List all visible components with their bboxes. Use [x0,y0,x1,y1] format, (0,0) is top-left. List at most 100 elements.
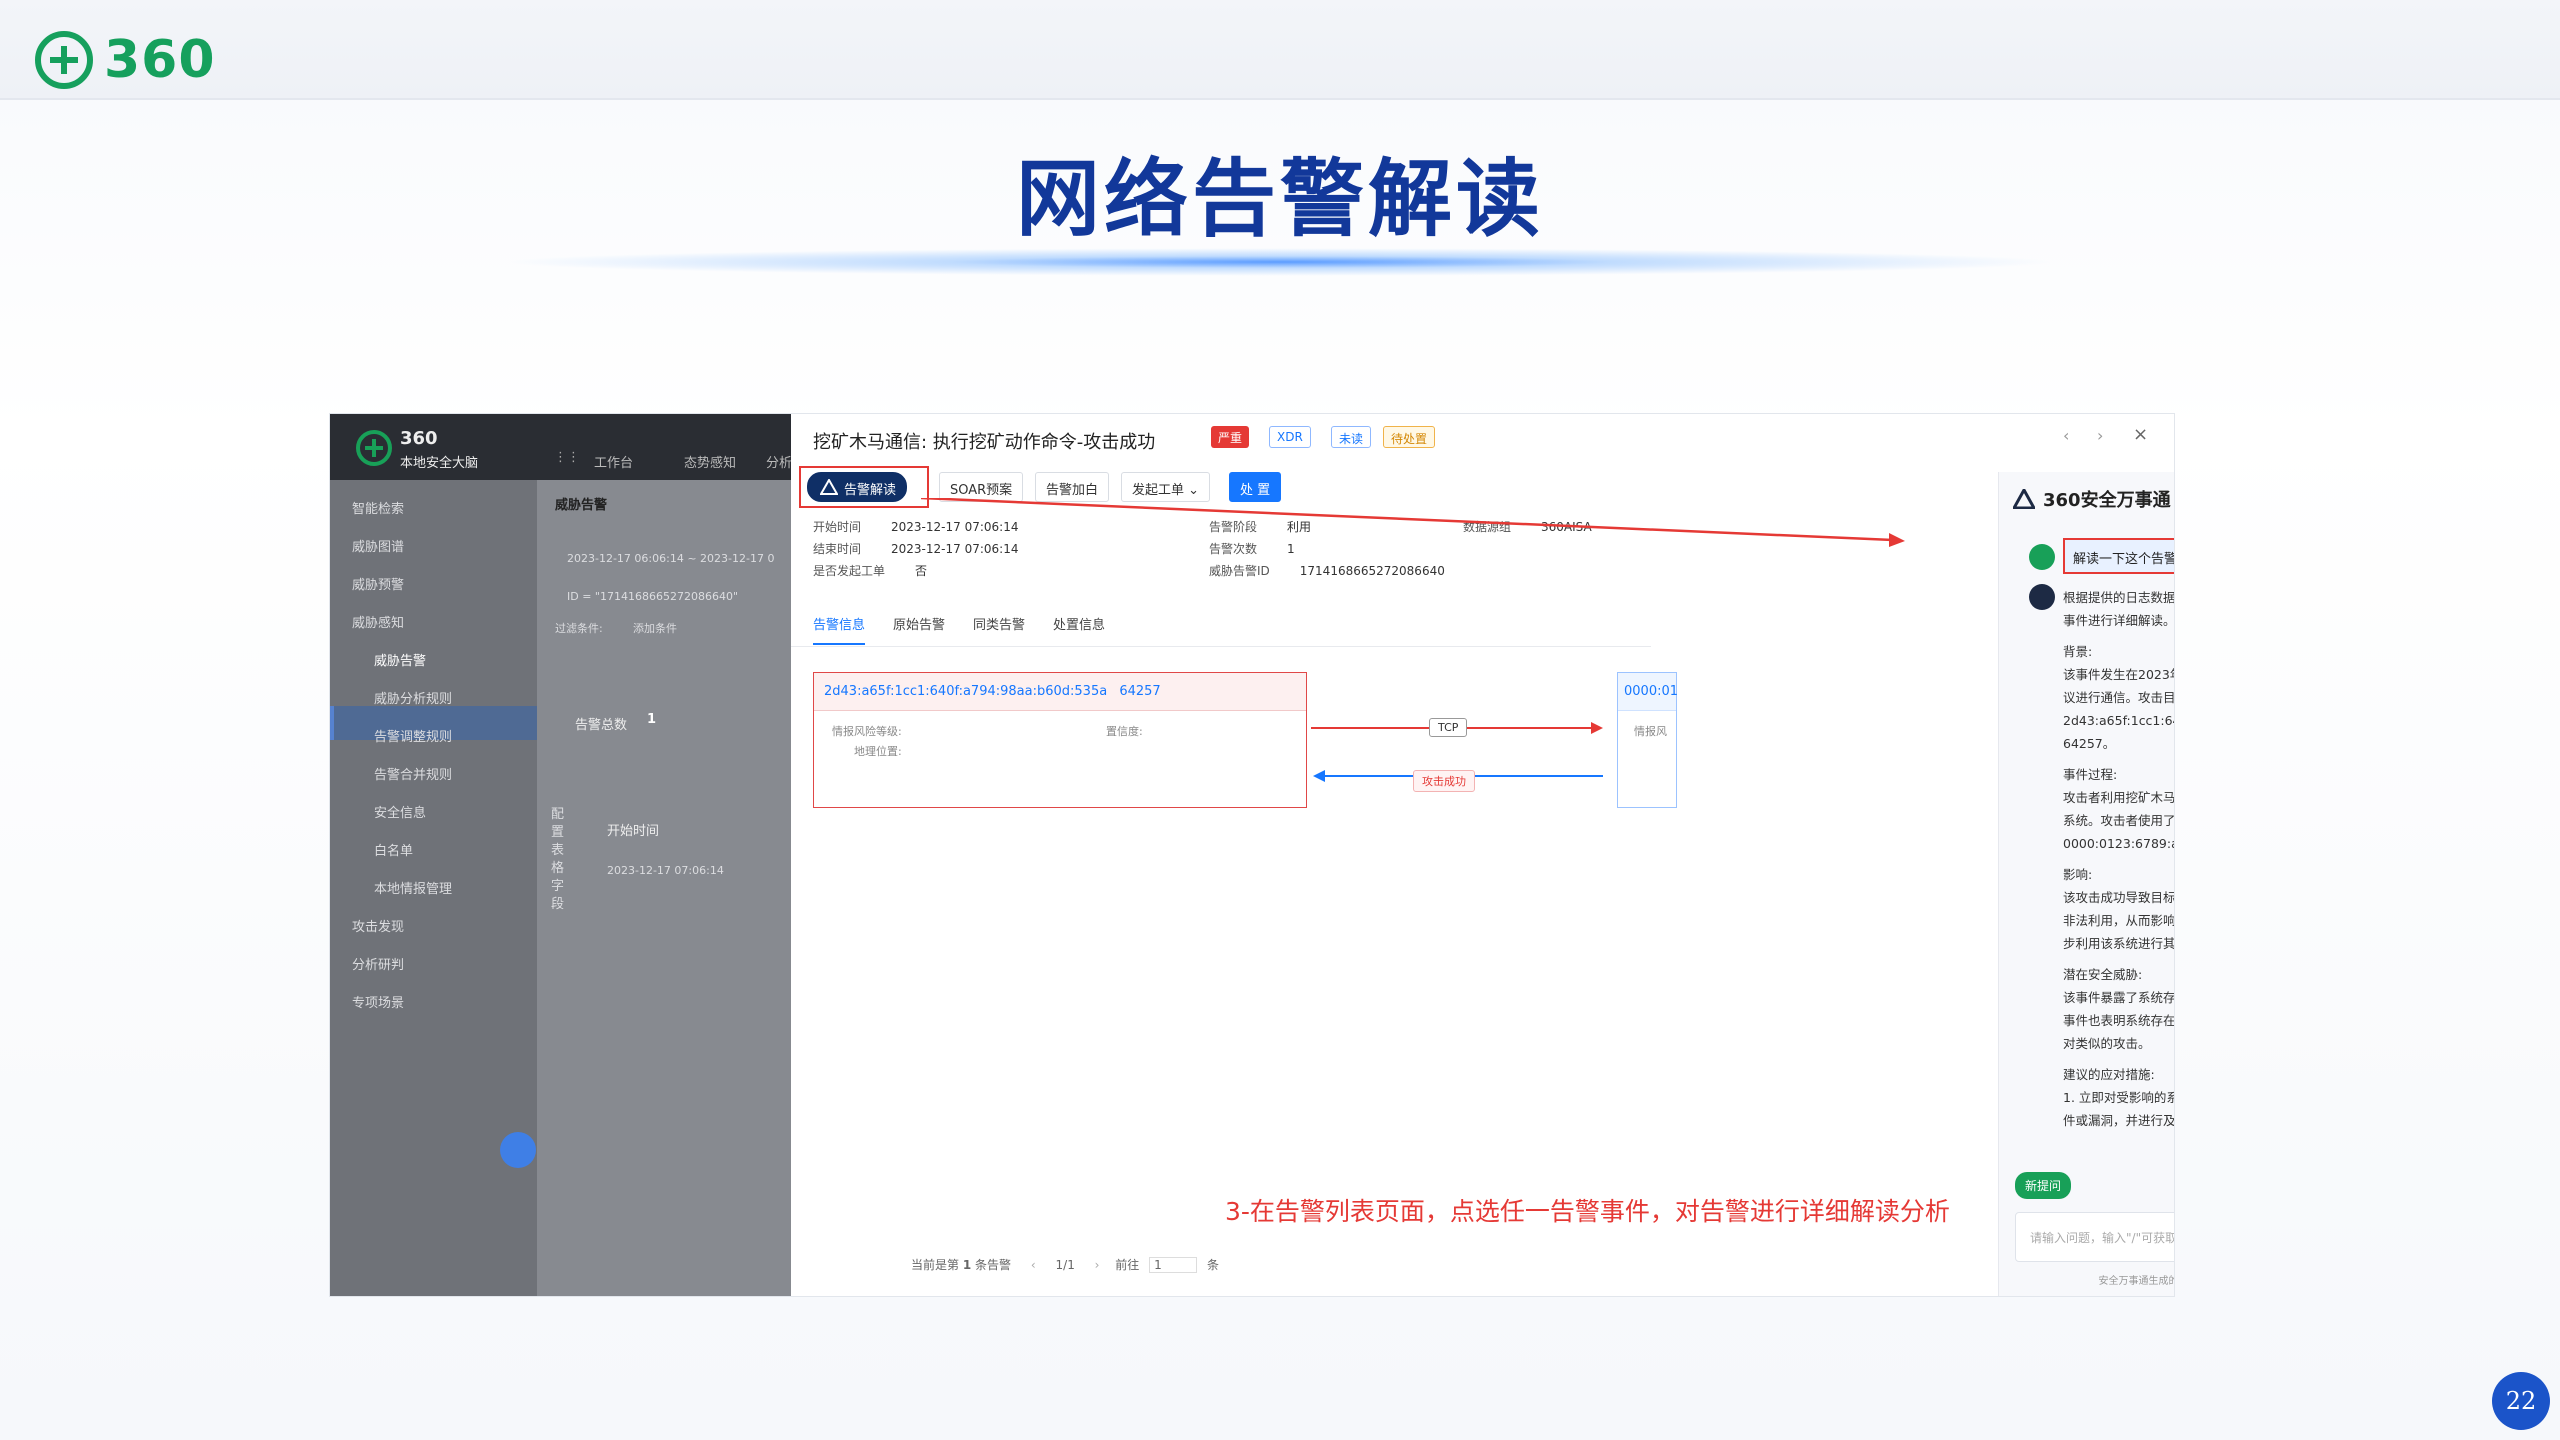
pager-pages: 1/1 [1055,1258,1075,1272]
nav-item[interactable]: 威胁分析规则 [374,688,452,707]
answer-measure-1: 1. 立即对受影响的系统进行调查和检测，确认系统中是否存在其他恶意软件或漏洞，并… [2063,1090,2174,1128]
row-start-time[interactable]: 2023-12-17 07:06:14 [607,864,724,877]
target-node-card: 0000:01 情报风 [1617,672,1678,808]
add-condition-button[interactable]: 添加条件 [633,620,677,636]
ai-disclaimer: 安全万事通生成的内容可能不准确或不恰当，并不代表360官方观点 [2098,1276,2174,1287]
step-caption: 3-在告警列表页面，点选任一告警事件，对告警进行详细解读分析 [1225,1197,1950,1226]
tab-similar-alert[interactable]: 同类告警 [973,614,1025,645]
next-icon[interactable]: › [2097,426,2103,445]
answer-heading-process: 事件过程: [2063,767,2118,782]
pager-unit: 条告警 [975,1258,1012,1272]
top-nav-workbench[interactable]: 工作台 [594,452,633,471]
source-node-header: 2d43:a65f:1cc1:640f:a794:98aa:b60d:535a … [814,673,1306,711]
geo-location-label: 地理位置: [854,745,902,758]
tab-raw-alert[interactable]: 原始告警 [893,614,945,645]
source-node-card: 2d43:a65f:1cc1:640f:a794:98aa:b60d:535a … [813,672,1307,808]
filter-label: 过滤条件: [555,622,603,635]
pager-goto-input[interactable]: 1 [1149,1257,1198,1273]
config-table-fields[interactable]: 配置表格字段 [551,806,565,914]
tab-disposal-info[interactable]: 处置信息 [1053,614,1105,645]
target-intel-label: 情报风 [1634,725,1667,738]
app-product-name: 本地安全大脑 [400,456,479,471]
nav-item[interactable]: 威胁感知 [352,612,404,631]
source-port: 64257 [1119,684,1161,699]
logo-plus-icon [35,31,93,89]
app-logo-text: 360 [400,428,438,449]
close-icon[interactable]: × [2133,424,2148,445]
user-avatar [2029,544,2055,570]
alert-detail-panel: 挖矿木马通信: 执行挖矿动作命令-攻击成功 严重 XDR 未读 待处置 ‹ › … [791,414,2174,1296]
severity-tag: 严重 [1211,426,1250,448]
product-screenshot: 360 本地安全大脑 ⋮⋮ 工作台 态势感知 分析 智能检索 威胁图谱 威胁预警… [330,414,2174,1296]
source-ip[interactable]: 2d43:a65f:1cc1:640f:a794:98aa:b60d:535a [824,684,1107,699]
app-sidebar-overlay: 360 本地安全大脑 ⋮⋮ 工作台 态势感知 分析 智能检索 威胁图谱 威胁预警… [330,414,792,1296]
filter-id[interactable]: ID = "1714168665272086640" [567,590,738,603]
app-list-area: 威胁告警 2023-12-17 06:06:14 ~ 2023-12-17 0 … [537,480,791,1296]
top-nav-situation[interactable]: 态势感知 [684,452,736,471]
nav-item[interactable]: 智能检索 [352,498,404,517]
source-tag: XDR [1269,426,1311,448]
title-underline-glow [500,248,2060,276]
ai-question-bubble: 解读一下这个告警【1714168665272086640】 [2063,538,2174,574]
top-nav-analysis[interactable]: 分析 [766,452,792,471]
nav-item[interactable]: 告警合并规则 [374,764,452,783]
pager: 当前是第 1 条告警 ‹ 1/1 › 前往 1 条 [911,1256,1219,1273]
prev-icon[interactable]: ‹ [2063,426,2069,445]
app-nav: 智能检索 威胁图谱 威胁预警 威胁感知 威胁告警 威胁分析规则 告警调整规则 告… [330,480,537,1296]
nav-item[interactable]: 威胁预警 [352,574,404,593]
intel-risk-label: 情报风险等级: [832,725,902,738]
disposal-status-tag: 待处置 [1383,426,1436,448]
date-range[interactable]: 2023-12-17 06:06:14 ~ 2023-12-17 0 [567,552,774,565]
logo-360: 360 [34,28,216,92]
pager-goto-unit: 条 [1206,1258,1219,1272]
target-ip-partial[interactable]: 0000:01 [1618,673,1678,711]
floating-app-button[interactable] [500,1132,536,1168]
confidence-label: 置信度: [1106,725,1143,738]
pager-next-icon[interactable]: › [1095,1258,1100,1272]
list-section-title: 威胁告警 [555,498,608,513]
nav-item[interactable]: 白名单 [374,840,413,859]
highlight-interpret-button [799,466,929,508]
answer-background: 该事件发生在2023年12月17日，攻击者利用了一个挖矿木马，通过TCP协议进行… [2063,667,2174,751]
answer-process: 攻击者利用挖矿木马进行攻击，通过执行挖矿动作命令成功地攻击了目标系统。攻击者使用… [2063,790,2174,851]
logo-text: 360 [104,30,216,90]
nav-item[interactable]: 告警调整规则 [374,726,452,745]
ai-answer: 根据提供的日志数据，发现了一次攻击成功的挖矿木马事件。下面将对该事件进行详细解读… [2063,586,2174,1132]
protocol-tag: TCP [1429,718,1468,737]
nav-item[interactable]: 威胁图谱 [352,536,404,555]
slide-title: 网络告警解读 [1015,149,1544,248]
alert-total-value: 1 [647,712,657,727]
nav-item[interactable]: 本地情报管理 [374,878,452,897]
answer-heading-impact: 影响: [2063,867,2093,882]
pager-goto-label: 前往 [1115,1258,1140,1272]
ai-logo-icon [2013,489,2035,509]
tab-alert-info[interactable]: 告警信息 [813,614,866,645]
nav-item[interactable]: 攻击发现 [352,916,404,935]
chevron-down-icon: ⌄ [1188,483,1200,498]
nav-item[interactable]: 分析研判 [352,954,404,973]
slide-header: 360 [0,0,2560,100]
ai-question-input[interactable]: 请输入问题，输入"/"可获取模板，换行需Shift+Enter [2015,1212,2174,1262]
nav-item-active[interactable]: 威胁告警 [374,650,426,669]
app-logo-icon [356,430,392,466]
ai-name: 360安全万事通 [2043,490,2171,511]
ai-assistant-panel: 360安全万事通 测试 ⟳ 解读一下这个告警【17141686652720866… [1998,472,2174,1296]
annotation-arrow [921,498,1905,547]
app-grid-icon[interactable]: ⋮⋮ [554,450,580,465]
result-tag: 攻击成功 [1413,770,1475,792]
new-question-button[interactable]: 新提问 [2015,1172,2072,1199]
pager-label: 当前是第 [911,1258,960,1272]
tabs-divider [791,646,1651,647]
pager-prev-icon[interactable]: ‹ [1031,1258,1036,1272]
answer-heading-measures: 建议的应对措施: [2063,1067,2155,1082]
field-alert-id: 威胁告警ID 1714168665272086640 [1209,564,1445,578]
app-header: 360 本地安全大脑 ⋮⋮ 工作台 态势感知 分析 [330,414,792,480]
nav-item[interactable]: 安全信息 [374,802,426,821]
answer-heading-background: 背景: [2063,644,2093,659]
detail-tabs: 告警信息 原始告警 同类告警 处置信息 [813,614,1105,645]
read-status-tag: 未读 [1331,426,1372,448]
nav-item[interactable]: 专项场景 [352,992,404,1011]
pager-current: 1 [962,1258,972,1272]
answer-impact: 该攻击成功导致目标系统受到了挖矿木马的攻击，可能会导致系统资源被非法利用，从而影… [2063,890,2174,951]
answer-intro: 根据提供的日志数据，发现了一次攻击成功的挖矿木马事件。下面将对该事件进行详细解读… [2063,590,2174,628]
